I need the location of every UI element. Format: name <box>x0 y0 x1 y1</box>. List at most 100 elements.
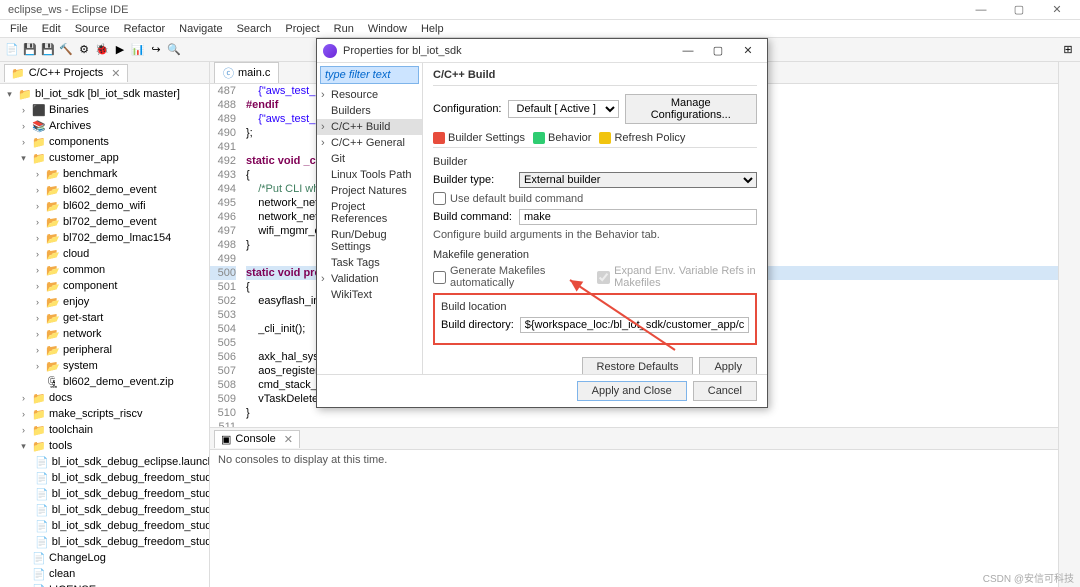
expander-icon[interactable]: › <box>32 281 43 292</box>
expander-icon[interactable]: › <box>32 297 43 308</box>
expander-icon[interactable]: ▾ <box>18 153 29 164</box>
menu-refactor[interactable]: Refactor <box>118 21 172 37</box>
nav-builders[interactable]: Builders <box>317 103 422 119</box>
nav-run-debug-settings[interactable]: Run/Debug Settings <box>317 227 422 255</box>
save-all-icon[interactable]: 💾 <box>40 42 56 58</box>
expander-icon[interactable]: › <box>32 169 43 180</box>
apply-close-button[interactable]: Apply and Close <box>577 381 687 401</box>
nav-linux-tools-path[interactable]: Linux Tools Path <box>317 167 422 183</box>
tree-item[interactable]: ›📂bl702_demo_event <box>0 214 209 230</box>
new-icon[interactable]: 📄 <box>4 42 20 58</box>
use-default-checkbox[interactable]: Use default build command <box>433 192 757 205</box>
nav-project-natures[interactable]: Project Natures <box>317 183 422 199</box>
expander-icon[interactable] <box>18 569 29 580</box>
perspective-icon[interactable]: ⊞ <box>1060 42 1076 58</box>
maximize-icon[interactable]: ▢ <box>1004 1 1034 19</box>
expander-icon[interactable]: › <box>18 137 29 148</box>
tree-item[interactable]: 📄bl_iot_sdk_debug_freedom_studio.launch <box>0 534 209 550</box>
menu-source[interactable]: Source <box>69 21 116 37</box>
nav-validation[interactable]: Validation <box>317 271 422 287</box>
nav-project-references[interactable]: Project References <box>317 199 422 227</box>
tree-item[interactable]: ›📂peripheral <box>0 342 209 358</box>
menu-project[interactable]: Project <box>279 21 325 37</box>
tree-item[interactable]: ›📂bl702_demo_lmac154 <box>0 230 209 246</box>
save-icon[interactable]: 💾 <box>22 42 38 58</box>
nav-c-c-build[interactable]: C/C++ Build <box>317 119 422 135</box>
tree-item[interactable]: ›📂component <box>0 278 209 294</box>
expander-icon[interactable]: › <box>32 249 43 260</box>
expander-icon[interactable]: › <box>18 121 29 132</box>
expander-icon[interactable]: › <box>32 361 43 372</box>
tree-item[interactable]: 🗜bl602_demo_event.zip <box>0 374 209 390</box>
expander-icon[interactable]: › <box>32 313 43 324</box>
cancel-button[interactable]: Cancel <box>693 381 757 401</box>
expander-icon[interactable]: › <box>18 425 29 436</box>
tree-item[interactable]: ›📂bl602_demo_event <box>0 182 209 198</box>
expander-icon[interactable] <box>18 553 29 564</box>
tree-item[interactable]: 📄ChangeLog <box>0 550 209 566</box>
step-icon[interactable]: ↪ <box>148 42 164 58</box>
tab-builder-settings[interactable]: Builder Settings <box>433 132 525 144</box>
filter-input[interactable] <box>320 66 419 84</box>
nav-resource[interactable]: Resource <box>317 87 422 103</box>
profile-icon[interactable]: 📊 <box>130 42 146 58</box>
close-icon[interactable]: ✕ <box>1042 1 1072 19</box>
expander-icon[interactable]: › <box>32 201 43 212</box>
tab-behavior[interactable]: Behavior <box>533 132 591 144</box>
tree-item[interactable]: 📄clean <box>0 566 209 582</box>
expander-icon[interactable]: › <box>32 345 43 356</box>
expander-icon[interactable]: › <box>32 217 43 228</box>
menu-edit[interactable]: Edit <box>36 21 67 37</box>
nav-git[interactable]: Git <box>317 151 422 167</box>
toggle-icon[interactable]: ⚙ <box>76 42 92 58</box>
menu-navigate[interactable]: Navigate <box>173 21 228 37</box>
close-tab-icon[interactable]: ✕ <box>111 67 120 80</box>
tree-item[interactable]: ›📂bl602_demo_wifi <box>0 198 209 214</box>
close-tab-icon[interactable]: ✕ <box>284 433 293 446</box>
menu-window[interactable]: Window <box>362 21 413 37</box>
expander-icon[interactable]: ▾ <box>4 89 15 100</box>
dialog-titlebar[interactable]: Properties for bl_iot_sdk — ▢ ✕ <box>317 39 767 63</box>
tree-item[interactable]: ›📂cloud <box>0 246 209 262</box>
menu-file[interactable]: File <box>4 21 34 37</box>
build-icon[interactable]: 🔨 <box>58 42 74 58</box>
tree-item[interactable]: 📄LICENSE <box>0 582 209 587</box>
tree-item[interactable]: ›📂benchmark <box>0 166 209 182</box>
tree-item[interactable]: ▾📁customer_app <box>0 150 209 166</box>
tree-item[interactable]: ›📁toolchain <box>0 422 209 438</box>
menu-run[interactable]: Run <box>328 21 360 37</box>
tree-item[interactable]: 📄bl_iot_sdk_debug_freedom_studio_win_att… <box>0 470 209 486</box>
expander-icon[interactable]: › <box>32 185 43 196</box>
build-cmd-input[interactable] <box>519 209 757 225</box>
tree-item[interactable]: ›⬛Binaries <box>0 102 209 118</box>
run-icon[interactable]: ▶ <box>112 42 128 58</box>
editor-tab-main[interactable]: ⓒ main.c <box>214 62 279 83</box>
expander-icon[interactable] <box>32 377 43 388</box>
restore-defaults-button[interactable]: Restore Defaults <box>582 357 694 374</box>
tree-item[interactable]: ›📂system <box>0 358 209 374</box>
search-icon[interactable]: 🔍 <box>166 42 182 58</box>
minimize-icon[interactable]: — <box>966 1 996 19</box>
tree-item[interactable]: ▾📁tools <box>0 438 209 454</box>
menu-search[interactable]: Search <box>231 21 278 37</box>
nav-task-tags[interactable]: Task Tags <box>317 255 422 271</box>
project-tree[interactable]: ▾📁bl_iot_sdk [bl_iot_sdk master]›⬛Binari… <box>0 84 209 587</box>
menu-help[interactable]: Help <box>415 21 450 37</box>
expander-icon[interactable]: › <box>18 393 29 404</box>
nav-wikitext[interactable]: WikiText <box>317 287 422 303</box>
tree-item[interactable]: 📄bl_iot_sdk_debug_freedom_studio_win.lau… <box>0 518 209 534</box>
tree-item[interactable]: 📄bl_iot_sdk_debug_eclipse.launch <box>0 454 209 470</box>
expander-icon[interactable]: › <box>18 105 29 116</box>
tree-item[interactable]: 📄bl_iot_sdk_debug_freedom_studio_win_att… <box>0 486 209 502</box>
expander-icon[interactable]: › <box>32 265 43 276</box>
dialog-minimize-icon[interactable]: — <box>675 42 701 60</box>
expander-icon[interactable]: › <box>32 233 43 244</box>
tree-item[interactable]: ›📂common <box>0 262 209 278</box>
expander-icon[interactable]: › <box>32 329 43 340</box>
console-tab[interactable]: ▣ Console ✕ <box>214 430 300 448</box>
tree-item[interactable]: ›📚Archives <box>0 118 209 134</box>
expander-icon[interactable]: › <box>18 409 29 420</box>
manage-config-button[interactable]: Manage Configurations... <box>625 94 758 124</box>
tree-item[interactable]: ›📁docs <box>0 390 209 406</box>
tree-item[interactable]: ›📂enjoy <box>0 294 209 310</box>
